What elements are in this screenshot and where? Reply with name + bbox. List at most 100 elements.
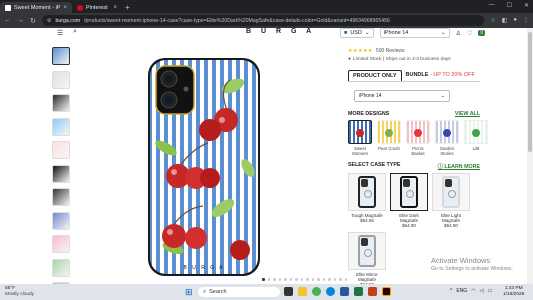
forward-icon[interactable]: → bbox=[17, 17, 24, 24]
menu-icon[interactable]: ⋮ bbox=[523, 17, 529, 24]
currency-select[interactable]: ■ USD ⌄ bbox=[340, 28, 374, 38]
search-icon: ⌕ bbox=[203, 288, 207, 295]
view-all-link[interactable]: VIEW ALL bbox=[455, 111, 480, 117]
scrollbar-thumb[interactable] bbox=[528, 32, 532, 152]
start-icon[interactable]: ⊞ bbox=[185, 287, 193, 298]
burga-logo[interactable]: B U R G A bbox=[246, 28, 315, 35]
thumbnail-item[interactable] bbox=[52, 235, 70, 253]
pagination-dot[interactable] bbox=[306, 278, 309, 281]
new-tab-icon[interactable]: + bbox=[125, 2, 130, 13]
design-motif bbox=[472, 129, 480, 137]
design-option[interactable]: Picnic Basket bbox=[406, 120, 430, 156]
pagination-dot[interactable] bbox=[267, 278, 270, 281]
search-icon[interactable]: ⌕ bbox=[73, 28, 77, 36]
design-option[interactable]: Pear Crush bbox=[377, 120, 401, 156]
case-type-option[interactable]: Tough MagSafe $54.95 bbox=[348, 173, 386, 228]
close-window-icon[interactable]: ✕ bbox=[524, 2, 529, 9]
bundle-promo: - UP TO 20% OFF bbox=[429, 72, 475, 78]
weather-widget[interactable]: 55°F Mostly cloudy bbox=[5, 286, 34, 297]
extensions-icon[interactable]: ◧ bbox=[502, 17, 508, 24]
site-info-icon[interactable]: ⚙ bbox=[47, 18, 52, 24]
thumbnail-item[interactable] bbox=[52, 164, 70, 183]
thumbnail-item[interactable] bbox=[52, 47, 70, 65]
thumbnail-item[interactable] bbox=[52, 117, 70, 136]
case-type-option[interactable]: Elite Dark MagSafe $64.90 bbox=[390, 173, 428, 228]
tab-pinterest[interactable]: Pinterest × bbox=[72, 2, 122, 13]
pagination-dot[interactable] bbox=[262, 278, 265, 281]
close-tab-icon[interactable]: × bbox=[113, 5, 117, 11]
design-option[interactable]: Sweet Moment bbox=[348, 120, 372, 156]
designs-row: Sweet Moment Pear Crush Picnic Basket Garde… bbox=[348, 120, 488, 156]
url-field[interactable]: ⚙ burga.com/products/sweet-moment-iphone… bbox=[41, 15, 485, 26]
system-tray: ^ ENG ◠ ◁ ▭ bbox=[450, 288, 492, 294]
design-label: Sweet Moment bbox=[352, 146, 368, 156]
pagination-dot[interactable] bbox=[311, 278, 314, 281]
back-icon[interactable]: ← bbox=[4, 17, 11, 24]
pagination-dot[interactable] bbox=[273, 278, 276, 281]
star-icon[interactable]: ☆ bbox=[490, 17, 495, 24]
pagination-dot[interactable] bbox=[333, 278, 336, 281]
site-header: ☰ ⌕ B U R G A ■ USD ⌄ iPhone 14 ⌄ ♙ ♡ 0 bbox=[0, 28, 533, 39]
pagination-dot[interactable] bbox=[339, 278, 342, 281]
taskbar-search[interactable]: ⌕ Search bbox=[198, 287, 280, 297]
case-type-option[interactable]: Elite Mirror MagSafe$84.90 bbox=[348, 232, 386, 287]
taskbar-clock[interactable]: 1:43 PM 1/16/2026 bbox=[503, 286, 524, 297]
browser-tab-bar: Sweet Moment - iPhone 14 Ca... × Pintere… bbox=[0, 0, 533, 13]
pagination-dot[interactable] bbox=[295, 278, 298, 281]
design-option[interactable]: Garden Stories bbox=[435, 120, 459, 156]
battery-icon[interactable]: ▭ bbox=[487, 288, 492, 294]
wifi-icon[interactable]: ◠ bbox=[471, 288, 475, 294]
excel-icon[interactable] bbox=[354, 287, 363, 296]
chrome-icon[interactable] bbox=[312, 287, 321, 296]
bundle-label: BUNDLE bbox=[405, 72, 429, 78]
model-select[interactable]: iPhone 14 ⌄ bbox=[354, 90, 450, 102]
file-explorer-icon[interactable] bbox=[298, 287, 307, 296]
pagination-dot[interactable] bbox=[328, 278, 331, 281]
rating-row[interactable]: ★★★★★ 500 Reviews bbox=[348, 48, 480, 54]
hamburger-menu-icon[interactable]: ☰ bbox=[57, 29, 63, 37]
reload-icon[interactable]: ↻ bbox=[30, 17, 36, 25]
pagination-dot[interactable] bbox=[278, 278, 281, 281]
case-preview-phone bbox=[442, 176, 460, 208]
maximize-icon[interactable]: ☐ bbox=[507, 2, 512, 9]
language-indicator[interactable]: ENG bbox=[456, 288, 467, 294]
minimize-icon[interactable]: — bbox=[489, 2, 495, 9]
powerpoint-icon[interactable] bbox=[368, 287, 377, 296]
profile-icon[interactable]: ● bbox=[513, 17, 517, 24]
thumbnail-item[interactable] bbox=[52, 188, 70, 206]
learn-more-link[interactable]: ⓘ LEARN MORE bbox=[438, 162, 480, 170]
window-controls: — ☐ ✕ bbox=[489, 2, 529, 9]
pagination-dot[interactable] bbox=[344, 278, 347, 281]
thumbnail-item[interactable] bbox=[52, 258, 70, 277]
model-header-select[interactable]: iPhone 14 ⌄ bbox=[379, 28, 450, 38]
cart-icon[interactable]: 0 bbox=[478, 30, 486, 36]
more-designs-title: MORE DESIGNS bbox=[348, 111, 390, 117]
wishlist-icon[interactable]: ♡ bbox=[467, 30, 472, 37]
illustrator-icon[interactable] bbox=[382, 287, 391, 296]
pinterest-favicon-icon bbox=[77, 4, 83, 11]
thumbnail-item[interactable] bbox=[52, 141, 70, 159]
thumbnail-item[interactable] bbox=[52, 70, 70, 89]
pagination-dot[interactable] bbox=[317, 278, 320, 281]
thumbnail-item[interactable] bbox=[52, 211, 70, 230]
volume-icon[interactable]: ◁ bbox=[480, 288, 484, 294]
case-type-option[interactable]: Elite Light MagSafe $64.90 bbox=[432, 173, 470, 228]
design-option[interactable]: Littl bbox=[464, 120, 488, 156]
page-scrollbar[interactable] bbox=[527, 28, 533, 284]
pagination-dot[interactable] bbox=[289, 278, 292, 281]
pagination-dot[interactable] bbox=[284, 278, 287, 281]
product-image[interactable]: B U R G A bbox=[148, 58, 260, 276]
close-tab-icon[interactable]: × bbox=[63, 5, 67, 11]
task-view-icon[interactable] bbox=[284, 287, 293, 296]
edge-icon[interactable] bbox=[326, 287, 335, 296]
thumbnail-item[interactable] bbox=[52, 94, 70, 112]
chevron-up-icon[interactable]: ^ bbox=[450, 288, 452, 294]
bundle-option[interactable]: BUNDLE - UP TO 20% OFF bbox=[402, 70, 479, 81]
chevron-down-icon: ⌄ bbox=[440, 93, 445, 99]
user-icon[interactable]: ♙ bbox=[456, 30, 461, 37]
pagination-dot[interactable] bbox=[322, 278, 325, 281]
word-icon[interactable] bbox=[340, 287, 349, 296]
tab-burga[interactable]: Sweet Moment - iPhone 14 Ca... × bbox=[0, 2, 72, 13]
pagination-dot[interactable] bbox=[300, 278, 303, 281]
product-only-option[interactable]: PRODUCT ONLY bbox=[348, 70, 402, 81]
